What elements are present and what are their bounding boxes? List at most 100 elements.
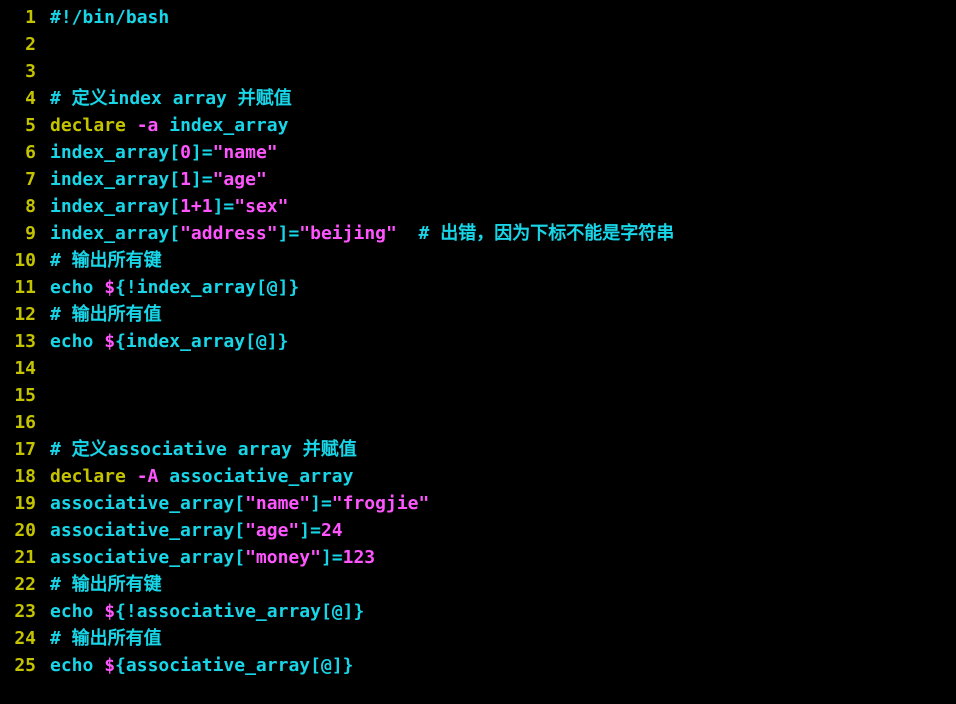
token: ] bbox=[191, 142, 202, 163]
code-line[interactable]: 6index_array[0]="name" bbox=[0, 139, 956, 166]
token: associative_array bbox=[50, 520, 234, 541]
code-content[interactable]: echo ${index_array[@]} bbox=[50, 328, 956, 355]
token: = bbox=[310, 520, 321, 541]
token: [ bbox=[310, 655, 321, 676]
code-content[interactable]: declare -A associative_array bbox=[50, 463, 956, 490]
code-line[interactable]: 19associative_array["name"]="frogjie" bbox=[0, 490, 956, 517]
token: @ bbox=[267, 277, 278, 298]
line-number: 22 bbox=[0, 571, 50, 598]
code-line[interactable]: 18declare -A associative_array bbox=[0, 463, 956, 490]
token: ] bbox=[343, 601, 354, 622]
token: } bbox=[278, 331, 289, 352]
token: [ bbox=[169, 223, 180, 244]
code-content[interactable]: echo ${!associative_array[@]} bbox=[50, 598, 956, 625]
code-content[interactable] bbox=[50, 58, 956, 85]
token: [ bbox=[245, 331, 256, 352]
token: 0 bbox=[180, 142, 191, 163]
code-content[interactable]: #!/bin/bash bbox=[50, 4, 956, 31]
code-content[interactable]: associative_array["money"]=123 bbox=[50, 544, 956, 571]
code-line[interactable]: 20associative_array["age"]=24 bbox=[0, 517, 956, 544]
token: [ bbox=[169, 142, 180, 163]
code-content[interactable]: # 输出所有键 bbox=[50, 247, 956, 274]
code-line[interactable]: 1#!/bin/bash bbox=[0, 4, 956, 31]
token: = bbox=[321, 493, 332, 514]
code-line[interactable]: 14 bbox=[0, 355, 956, 382]
token: index_array bbox=[50, 142, 169, 163]
line-number: 14 bbox=[0, 355, 50, 382]
token: !associative_array bbox=[126, 601, 321, 622]
code-content[interactable]: index_array[0]="name" bbox=[50, 139, 956, 166]
line-number: 5 bbox=[0, 112, 50, 139]
token: "money" bbox=[245, 547, 321, 568]
token: "beijing" bbox=[299, 223, 397, 244]
code-line[interactable]: 17# 定义associative array 并赋值 bbox=[0, 436, 956, 463]
code-content[interactable]: # 定义index array 并赋值 bbox=[50, 85, 956, 112]
token: "address" bbox=[180, 223, 278, 244]
line-number: 10 bbox=[0, 247, 50, 274]
code-content[interactable] bbox=[50, 409, 956, 436]
code-content[interactable]: echo ${!index_array[@]} bbox=[50, 274, 956, 301]
token: echo bbox=[50, 655, 93, 676]
code-line[interactable]: 12# 输出所有值 bbox=[0, 301, 956, 328]
code-line[interactable]: 23echo ${!associative_array[@]} bbox=[0, 598, 956, 625]
code-line[interactable]: 7index_array[1]="age" bbox=[0, 166, 956, 193]
line-number: 18 bbox=[0, 463, 50, 490]
code-line[interactable]: 8index_array[1+1]="sex" bbox=[0, 193, 956, 220]
line-number: 13 bbox=[0, 328, 50, 355]
line-number: 7 bbox=[0, 166, 50, 193]
code-line[interactable]: 9index_array["address"]="beijing" # 出错，因… bbox=[0, 220, 956, 247]
code-line[interactable]: 11echo ${!index_array[@]} bbox=[0, 274, 956, 301]
code-line[interactable]: 13echo ${index_array[@]} bbox=[0, 328, 956, 355]
code-content[interactable] bbox=[50, 382, 956, 409]
code-line[interactable]: 24# 输出所有值 bbox=[0, 625, 956, 652]
line-number: 12 bbox=[0, 301, 50, 328]
token: index_array bbox=[169, 115, 288, 136]
token: = bbox=[288, 223, 299, 244]
code-content[interactable]: index_array[1+1]="sex" bbox=[50, 193, 956, 220]
code-content[interactable]: index_array[1]="age" bbox=[50, 166, 956, 193]
code-content[interactable]: # 输出所有值 bbox=[50, 625, 956, 652]
token bbox=[126, 115, 137, 136]
line-number: 8 bbox=[0, 193, 50, 220]
token bbox=[93, 655, 104, 676]
token: !index_array bbox=[126, 277, 256, 298]
code-content[interactable]: # 输出所有值 bbox=[50, 301, 956, 328]
token: index_array bbox=[126, 331, 245, 352]
code-line[interactable]: 4# 定义index array 并赋值 bbox=[0, 85, 956, 112]
code-line[interactable]: 25echo ${associative_array[@]} bbox=[0, 652, 956, 679]
code-line[interactable]: 16 bbox=[0, 409, 956, 436]
line-number: 19 bbox=[0, 490, 50, 517]
token: = bbox=[202, 142, 213, 163]
token: # 输出所有值 bbox=[50, 304, 162, 325]
code-content[interactable]: echo ${associative_array[@]} bbox=[50, 652, 956, 679]
code-content[interactable]: # 定义associative array 并赋值 bbox=[50, 436, 956, 463]
code-content[interactable]: associative_array["age"]=24 bbox=[50, 517, 956, 544]
token: $ bbox=[104, 655, 115, 676]
token: $ bbox=[104, 277, 115, 298]
line-number: 15 bbox=[0, 382, 50, 409]
token: # 输出所有值 bbox=[50, 628, 162, 649]
line-number: 11 bbox=[0, 274, 50, 301]
code-content[interactable]: associative_array["name"]="frogjie" bbox=[50, 490, 956, 517]
token: [ bbox=[256, 277, 267, 298]
token: ] bbox=[299, 520, 310, 541]
code-content[interactable]: index_array["address"]="beijing" # 出错，因为… bbox=[50, 220, 956, 247]
token: { bbox=[115, 331, 126, 352]
code-content[interactable]: declare -a index_array bbox=[50, 112, 956, 139]
code-line[interactable]: 2 bbox=[0, 31, 956, 58]
code-editor[interactable]: 1#!/bin/bash234# 定义index array 并赋值5decla… bbox=[0, 4, 956, 679]
code-content[interactable]: # 输出所有键 bbox=[50, 571, 956, 598]
token: { bbox=[115, 601, 126, 622]
code-line[interactable]: 5declare -a index_array bbox=[0, 112, 956, 139]
code-line[interactable]: 10# 输出所有键 bbox=[0, 247, 956, 274]
code-line[interactable]: 3 bbox=[0, 58, 956, 85]
code-content[interactable] bbox=[50, 355, 956, 382]
token: associative_array bbox=[50, 493, 234, 514]
code-content[interactable] bbox=[50, 31, 956, 58]
token: -A bbox=[137, 466, 159, 487]
code-line[interactable]: 21associative_array["money"]=123 bbox=[0, 544, 956, 571]
code-line[interactable]: 22# 输出所有键 bbox=[0, 571, 956, 598]
token bbox=[126, 466, 137, 487]
code-line[interactable]: 15 bbox=[0, 382, 956, 409]
token: "age" bbox=[245, 520, 299, 541]
